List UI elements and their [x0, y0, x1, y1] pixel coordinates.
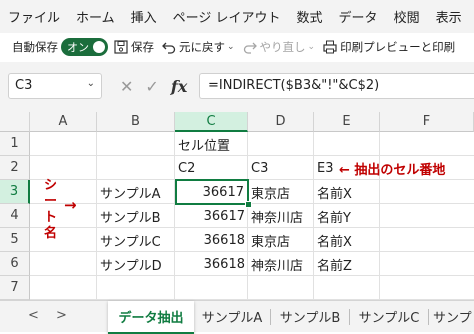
chevron-down-icon[interactable]: ⌄ [308, 42, 316, 52]
cell-c1[interactable]: セル位置 [175, 132, 248, 156]
undo-icon [162, 42, 176, 54]
autosave-toggle[interactable]: オン [61, 38, 108, 56]
tab-data-extract[interactable]: データ抽出 [108, 301, 194, 334]
cell-b3[interactable]: サンプルA [97, 180, 175, 204]
redo-icon [243, 42, 257, 54]
row-header-7[interactable]: 7 [0, 276, 30, 300]
menu-review[interactable]: 校閲 [386, 7, 428, 26]
column-header-e[interactable]: E [314, 112, 380, 132]
cell-c6[interactable]: 36618 [175, 252, 248, 276]
redo-button[interactable]: やり直し ⌄ [243, 39, 316, 55]
formula-input[interactable]: =INDIRECT($B3&"!"&C$2) [199, 73, 474, 99]
toggle-label: オン [67, 41, 89, 54]
menu-help[interactable]: ヘ [470, 7, 474, 26]
cell-d3[interactable]: 東京店 [248, 180, 314, 204]
print-preview-button[interactable]: 印刷プレビューと印刷 [323, 39, 455, 55]
save-label: 保存 [131, 40, 154, 54]
column-header-b[interactable]: B [97, 112, 175, 132]
row-header-3[interactable]: 3 [0, 180, 30, 204]
cell-e3[interactable]: 名前X [314, 180, 380, 204]
row-header-6[interactable]: 6 [0, 252, 30, 276]
menu-file[interactable]: ファイル [0, 7, 68, 26]
annotation-char: ー [44, 194, 58, 209]
print-preview-label: 印刷プレビューと印刷 [340, 40, 456, 54]
enter-icon[interactable]: ✓ [145, 77, 158, 96]
select-all-corner[interactable] [0, 112, 30, 132]
annotation-char: シ [44, 178, 58, 193]
arrow-annotation: → [64, 196, 77, 214]
cell-b6[interactable]: サンプルD [97, 252, 175, 276]
cell-address-annotation: ← 抽出のセル番地 [339, 163, 446, 178]
autosave-label: 自動保存 [12, 40, 58, 54]
cell-d2[interactable]: C3 [248, 156, 314, 180]
column-header-c[interactable]: C [175, 112, 248, 132]
cell-d4[interactable]: 神奈川店 [248, 204, 314, 228]
tab-sample-c[interactable]: サンプルC [350, 301, 428, 332]
cell-e5[interactable]: 名前X [314, 228, 380, 252]
menu-page-layout[interactable]: ページ レイアウト [165, 7, 289, 26]
print-preview-icon [323, 40, 337, 54]
redo-label: やり直し [259, 40, 306, 54]
save-button[interactable]: 保存 [114, 39, 154, 55]
menu-data[interactable]: データ [331, 7, 386, 26]
quick-access-toolbar: 自動保存 オン 保存 元に戻す ⌄ やり直し ⌄ 印刷プレビューと印刷 [7, 34, 474, 60]
annotation-char: ト [44, 210, 58, 225]
row-header-4[interactable]: 4 [0, 204, 30, 228]
save-icon [114, 40, 128, 54]
name-box-value: C3 [15, 78, 33, 93]
column-header-d[interactable]: D [248, 112, 314, 132]
cell-b5[interactable]: サンプルC [97, 228, 175, 252]
sheet-name-annotation: シ ー ト 名 [44, 178, 57, 242]
cell-c2[interactable]: C2 [175, 156, 248, 180]
undo-button[interactable]: 元に戻す ⌄ [162, 39, 235, 55]
cancel-icon[interactable]: ✕ [120, 77, 133, 96]
formula-bar-area: C3 ⌄ ✕ ✓ fx =INDIRECT($B3&"!"&C$2) [0, 62, 474, 112]
row-header-2[interactable]: 2 [0, 156, 30, 180]
insert-function-icon[interactable]: fx [171, 77, 187, 96]
cell-b4[interactable]: サンプルB [97, 204, 175, 228]
toggle-knob [93, 41, 105, 53]
tab-sample-b[interactable]: サンプルB [271, 301, 349, 332]
cell-c3-active[interactable]: 36617 [175, 179, 249, 205]
cell-c5[interactable]: 36618 [175, 228, 248, 252]
undo-label: 元に戻す [179, 40, 225, 54]
tab-sample-a[interactable]: サンプルA [194, 301, 270, 332]
chevron-down-icon[interactable]: ⌄ [227, 42, 235, 52]
menu-insert[interactable]: 挿入 [123, 7, 165, 26]
chevron-down-icon[interactable]: ⌄ [87, 78, 95, 89]
formula-controls: ✕ ✓ fx [120, 77, 187, 96]
column-header-a[interactable]: A [30, 112, 97, 132]
menu-bar: ファイル ホーム 挿入 ページ レイアウト 数式 データ 校閲 表示 ヘ [0, 0, 474, 33]
annotation-char: 名 [44, 226, 58, 241]
tab-sample-d[interactable]: サンプ [429, 301, 474, 332]
cell-d6[interactable]: 神奈川店 [248, 252, 314, 276]
cell-e6[interactable]: 名前Z [314, 252, 380, 276]
next-sheet-button[interactable]: > [56, 308, 67, 323]
name-box[interactable]: C3 ⌄ [8, 73, 102, 99]
sheet-tab-bar: < > データ抽出 サンプルA サンプルB サンプルC サンプ [0, 300, 474, 334]
menu-view[interactable]: 表示 [428, 7, 470, 26]
cell-e4[interactable]: 名前Y [314, 204, 380, 228]
prev-sheet-button[interactable]: < [28, 308, 39, 323]
menu-formulas[interactable]: 数式 [289, 7, 331, 26]
cell-d5[interactable]: 東京店 [248, 228, 314, 252]
menu-home[interactable]: ホーム [68, 7, 123, 26]
column-header-f[interactable]: F [380, 112, 474, 132]
cell-c4[interactable]: 36617 [175, 204, 248, 228]
spreadsheet-grid: A B C D E F 1 2 3 4 5 6 7 セル位置 C2 C3 E3 … [0, 112, 474, 300]
row-header-5[interactable]: 5 [0, 228, 30, 252]
row-header-1[interactable]: 1 [0, 132, 30, 156]
